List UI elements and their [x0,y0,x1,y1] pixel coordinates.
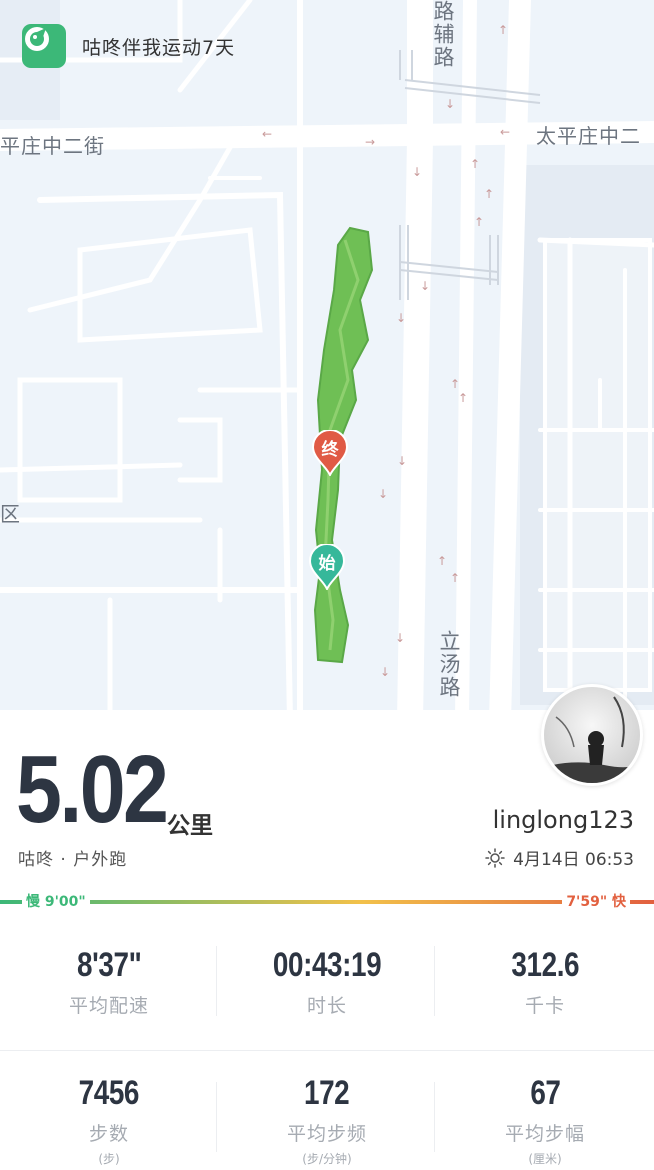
svg-text:↑: ↑ [484,187,494,201]
stat-value: 8'37" [76,946,142,984]
achievement-banner[interactable]: 咕咚伴我运动7天 [22,24,235,68]
stat-label: 平均配速 [68,995,149,1017]
end-marker[interactable]: 终 [312,430,348,476]
stat-value: 7456 [78,1074,140,1112]
stat-label: 平均步幅 [504,1123,585,1145]
svg-text:↓: ↓ [396,311,406,325]
map-label-district: 区 [0,502,21,526]
stats-column-divider [216,1082,217,1152]
avatar-image [544,687,640,783]
stats-column-divider [216,946,217,1016]
svg-text:↑: ↑ [458,391,468,405]
map-label-road-bottom: 立汤路 [437,630,461,699]
svg-text:←: ← [262,127,272,141]
pace-slow-label: 慢 9'00" [22,891,90,911]
stat-unit: (步/分钟) [302,1152,352,1166]
stat-stride: 67 平均步幅 (厘米) [436,1074,654,1167]
stats-column-divider [434,1082,435,1152]
svg-text:↑: ↑ [474,215,484,229]
activity-type: 咕咚 · 户外跑 [18,850,128,870]
stat-value: 67 [529,1074,561,1112]
svg-text:↓: ↓ [445,97,455,111]
stat-steps: 7456 步数 (步) [0,1074,218,1167]
stat-unit: (步) [98,1152,120,1166]
stat-label: 时长 [306,995,347,1017]
start-marker[interactable]: 始 [309,544,345,590]
svg-text:↓: ↓ [395,631,405,645]
svg-text:↑: ↑ [498,23,508,37]
svg-text:↓: ↓ [397,454,407,468]
stat-value: 172 [304,1074,350,1112]
svg-text:↑: ↑ [437,554,447,568]
svg-text:↓: ↓ [412,165,422,179]
route-map[interactable]: ← → ← ↓ ↑ ↑ ↑ ↓ ↓ ↑ ↑ ↓ ↓ ↑ ↑ ↓ ↓ ↑ ↓ 路辅路 平庄中二街 太… [0,0,654,720]
username[interactable]: linglong123 [493,806,634,834]
stat-label: 平均步频 [286,1123,367,1145]
distance-unit: 公里 [167,813,213,839]
map-label-road-top: 路辅路 [431,0,455,69]
svg-text:↓: ↓ [380,665,390,679]
svg-text:↓: ↓ [420,279,430,293]
datetime-text: 4月14日 06:53 [513,850,634,870]
svg-text:↑: ↑ [450,571,460,585]
stat-cadence: 172 平均步频 (步/分钟) [218,1074,436,1167]
start-marker-label: 始 [318,554,336,574]
map-label-street-right: 太平庄中二 [536,124,641,148]
map-label-street-left: 平庄中二街 [0,134,105,158]
stat-avg-pace: 8'37" 平均配速 [0,946,218,1018]
stat-value: 312.6 [511,946,579,984]
svg-text:→: → [365,135,375,149]
workout-datetime: 4月14日 06:53 [485,845,634,870]
banner-text: 咕咚伴我运动7天 [82,36,236,59]
stat-label: 步数 [88,1123,129,1145]
pace-gradient-bar [0,900,654,904]
stat-calories: 312.6 千卡 [436,946,654,1018]
svg-text:←: ← [500,125,510,139]
stat-label: 千卡 [524,995,565,1017]
end-marker-label: 终 [321,440,339,460]
pace-fast-label: 7'59" 快 [562,891,630,911]
stats-divider [0,1050,654,1051]
map-roads: ←→ ← ↓↑ ↑↑ ↓↓ ↑↑ ↓↓ ↑↑ ↓↓ ↑↓ [0,0,654,720]
stats-column-divider [434,946,435,1016]
stat-duration: 00:43:19 时长 [218,946,436,1018]
distance-value: 5.02 [16,736,169,843]
svg-text:↑: ↑ [470,157,480,171]
stat-value: 00:43:19 [272,946,382,984]
avatar[interactable] [541,684,643,786]
sun-icon [485,847,505,868]
codoon-logo-icon [22,24,66,68]
svg-text:↑: ↑ [450,377,460,391]
stat-unit: (厘米) [528,1152,562,1166]
svg-text:↓: ↓ [378,487,388,501]
